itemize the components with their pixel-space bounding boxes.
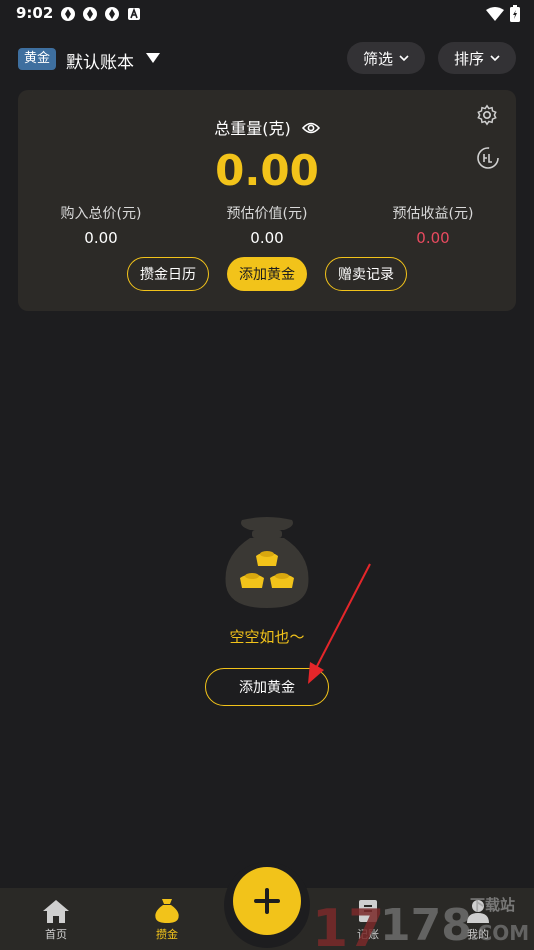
filter-button[interactable]: 筛选 <box>347 42 425 74</box>
status-time: 9:02 <box>16 4 54 22</box>
sort-button[interactable]: 排序 <box>438 42 516 74</box>
eye-icon[interactable] <box>301 121 320 135</box>
total-weight-value: 0.00 <box>215 146 319 195</box>
watermark-text: 下载站 <box>470 896 515 914</box>
card-actions: 攒金日历 添加黄金 赠卖记录 <box>18 257 516 291</box>
stat-estimated-profit: 预估收益(元) 0.00 <box>350 203 516 247</box>
battery-icon <box>510 5 520 22</box>
gold-bag-illustration <box>225 517 309 608</box>
nav-label: 首页 <box>45 928 67 941</box>
watermark-text: 178 <box>380 900 472 950</box>
add-gold-button[interactable]: 添加黄金 <box>227 257 307 291</box>
watermark-logo: 17 178 下载站 .COM <box>312 896 529 950</box>
summary-card: 总重量(克) 0.00 购入总价(元) 0.00 预估价值(元) 0.00 预估… <box>18 90 516 311</box>
stat-value: 0.00 <box>416 229 450 247</box>
status-bar: 9:02 <box>0 0 534 28</box>
stat-value: 0.00 <box>250 229 284 247</box>
annotation-arrow <box>308 563 371 684</box>
watermark-text: 17 <box>312 899 384 950</box>
filter-label: 筛选 <box>362 49 393 68</box>
caret-down-icon[interactable] <box>146 53 160 63</box>
nav-item-home[interactable]: 首页 <box>16 888 96 950</box>
stat-label: 预估价值(元) <box>226 206 308 222</box>
stat-label: 购入总价(元) <box>60 206 142 222</box>
stat-estimated-value: 预估价值(元) 0.00 <box>184 203 350 247</box>
account-name[interactable]: 默认账本 <box>66 48 134 73</box>
gold-calendar-button[interactable]: 攒金日历 <box>127 257 209 291</box>
notification-app-icon <box>61 7 75 21</box>
gift-sale-records-button[interactable]: 赠卖记录 <box>325 257 407 291</box>
top-header: 黄金 默认账本 筛选 排序 <box>0 40 534 80</box>
sort-label: 排序 <box>453 49 484 68</box>
stat-value: 0.00 <box>84 229 118 247</box>
plus-icon <box>254 888 280 914</box>
system-icons <box>486 5 520 22</box>
notification-app-icon <box>83 7 97 21</box>
stat-label: 预估收益(元) <box>392 206 474 222</box>
chevron-down-icon <box>399 55 409 62</box>
wifi-icon <box>486 6 504 21</box>
nav-label: 攒金 <box>156 928 178 941</box>
watermark-text: .COM <box>470 921 529 945</box>
notification-icons <box>60 6 142 22</box>
total-weight-label: 总重量(克) <box>214 119 291 138</box>
stats-row: 购入总价(元) 0.00 预估价值(元) 0.00 预估收益(元) 0.00 <box>18 203 516 247</box>
nav-item-save-gold[interactable]: 攒金 <box>127 888 207 950</box>
money-bag-icon <box>155 899 179 923</box>
notification-a-icon <box>128 7 140 20</box>
asset-type-badge[interactable]: 黄金 <box>18 48 57 70</box>
chevron-down-icon <box>490 55 500 62</box>
home-icon <box>43 900 69 923</box>
add-fab-button[interactable] <box>233 867 301 935</box>
total-weight-title: 总重量(克) <box>18 115 516 139</box>
stat-purchase-total: 购入总价(元) 0.00 <box>18 203 184 247</box>
empty-message: 空空如也～ <box>229 628 305 646</box>
notification-app-icon <box>105 7 119 21</box>
